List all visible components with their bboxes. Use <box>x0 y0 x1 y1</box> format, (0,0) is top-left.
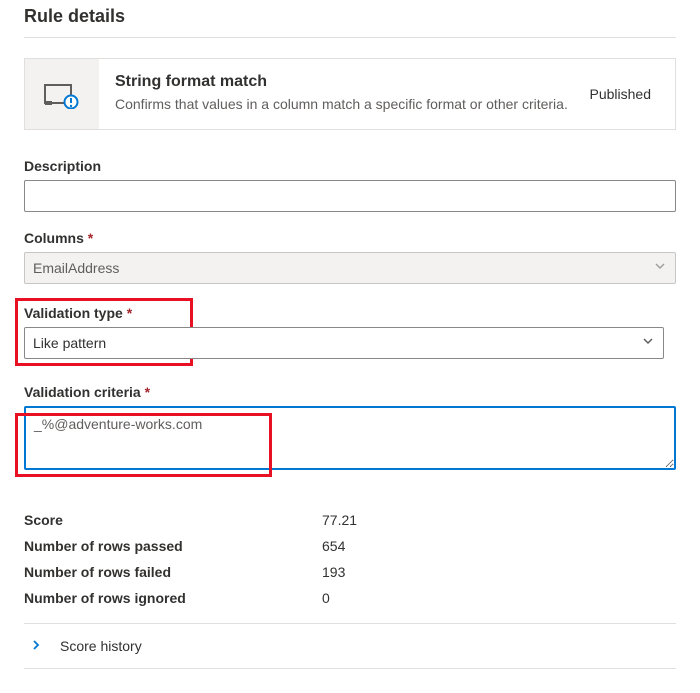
columns-select[interactable]: EmailAddress <box>24 252 676 284</box>
stat-value: 0 <box>322 590 330 606</box>
divider <box>24 668 676 669</box>
stat-label: Number of rows failed <box>24 564 322 580</box>
rule-title: String format match <box>115 73 574 91</box>
validation-type-label: Validation type * <box>24 305 132 321</box>
rule-icon-box <box>25 59 99 129</box>
divider <box>24 37 676 38</box>
chevron-right-icon <box>30 638 42 654</box>
score-history-label: Score history <box>60 638 142 654</box>
stat-label: Score <box>24 512 322 528</box>
rule-status: Published <box>590 86 676 102</box>
validation-type-select[interactable]: Like pattern <box>24 327 664 359</box>
rule-card: String format match Confirms that values… <box>24 58 676 130</box>
stat-row-ignored: Number of rows ignored 0 <box>24 585 676 611</box>
stat-value: 193 <box>322 564 345 580</box>
string-rule-icon <box>44 79 80 109</box>
rule-body: String format match Confirms that values… <box>99 59 590 129</box>
stat-label: Number of rows ignored <box>24 590 322 606</box>
description-field: Description <box>24 158 676 212</box>
stat-row-score: Score 77.21 <box>24 507 676 533</box>
page-title: Rule details <box>24 0 676 37</box>
description-label: Description <box>24 158 101 174</box>
highlight-validation-type: Validation type * Like pattern <box>15 298 193 366</box>
stat-row-failed: Number of rows failed 193 <box>24 559 676 585</box>
validation-criteria-field: Validation criteria * _%@adventure-works… <box>24 384 676 475</box>
validation-criteria-input[interactable]: _%@adventure-works.com <box>24 406 676 470</box>
validation-criteria-label: Validation criteria * <box>24 384 150 400</box>
stats-block: Score 77.21 Number of rows passed 654 Nu… <box>24 507 676 611</box>
stat-value: 654 <box>322 538 345 554</box>
columns-field: Columns * EmailAddress <box>24 230 676 284</box>
columns-label: Columns * <box>24 230 93 246</box>
rule-description: Confirms that values in a column match a… <box>115 95 574 115</box>
score-history-toggle[interactable]: Score history <box>24 624 676 668</box>
stat-row-passed: Number of rows passed 654 <box>24 533 676 559</box>
stat-label: Number of rows passed <box>24 538 322 554</box>
stat-value: 77.21 <box>322 512 357 528</box>
validation-type-field: Validation type * Like pattern <box>24 298 676 366</box>
description-input[interactable] <box>24 180 676 212</box>
